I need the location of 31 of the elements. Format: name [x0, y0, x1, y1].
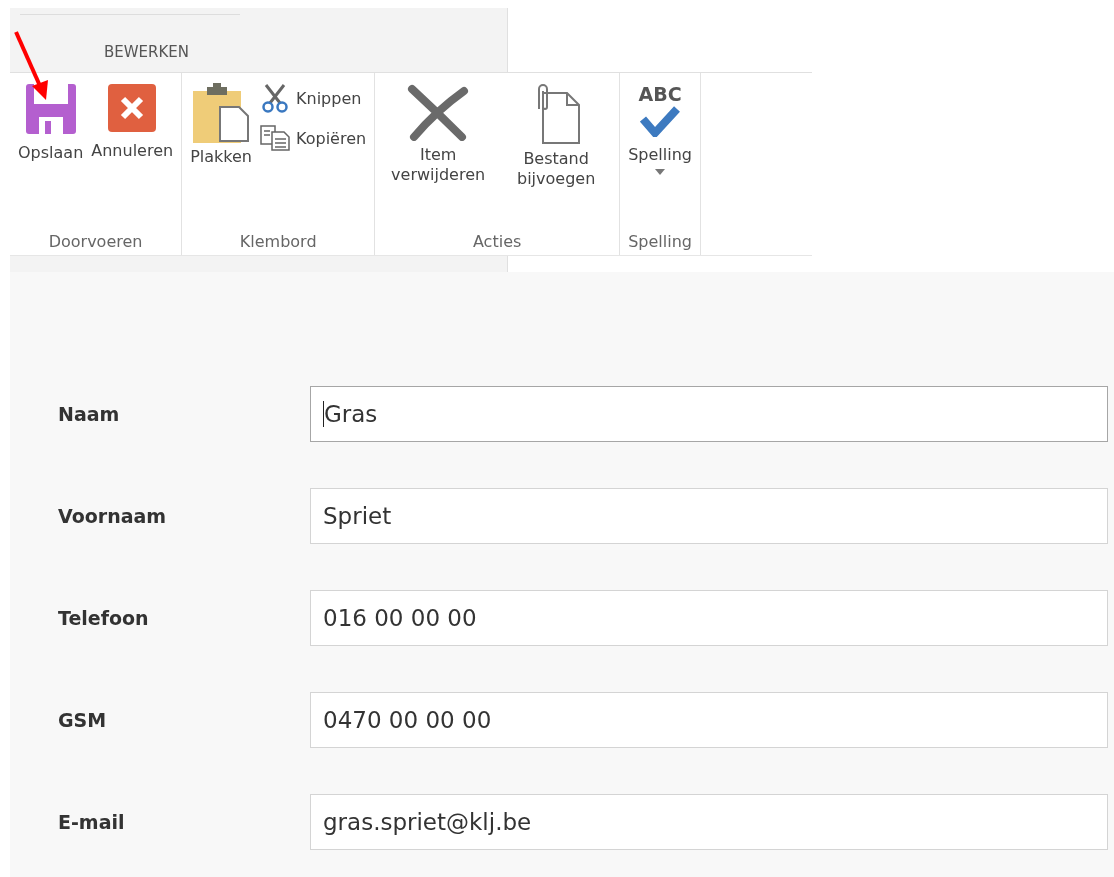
group-label: Doorvoeren [48, 232, 143, 251]
group-label: Spelling [628, 232, 692, 251]
text-field[interactable]: Gras [310, 386, 1108, 442]
ribbon-button[interactable]: Plakken [188, 81, 254, 169]
ribbon-button[interactable]: Kopiëren [258, 123, 369, 153]
ribbon-button[interactable]: Item verwijderen [381, 81, 496, 187]
group-label: Klembord [239, 232, 317, 251]
field-label: Naam [57, 403, 121, 425]
close-icon [107, 83, 158, 133]
x-mark-icon [406, 83, 471, 141]
ribbon-button[interactable]: Opslaan [16, 81, 86, 165]
scissors-icon [260, 83, 290, 113]
dropdown-button[interactable]: ABC Spelling [626, 81, 694, 177]
text-field[interactable]: 016 00 00 00 [310, 590, 1108, 646]
check-mark-icon [640, 105, 681, 137]
icon-text: ABC [638, 83, 682, 105]
ribbon-tab[interactable]: BEWERKEN [102, 41, 192, 63]
clipboard-icon [192, 83, 251, 143]
field-label: E-mail [57, 811, 126, 833]
field-label: GSM [57, 709, 108, 731]
ribbon-button[interactable]: Annuleren [89, 81, 176, 163]
field-label: Telefoon [57, 607, 150, 629]
field-label: Voornaam [57, 505, 168, 527]
text-field[interactable]: 0470 00 00 00 [310, 692, 1108, 748]
text-field[interactable]: gras.spriet@klj.be [310, 794, 1108, 850]
ribbon-button[interactable]: Bestand bijvoegen [499, 81, 614, 191]
ribbon-button[interactable]: Knippen [258, 81, 369, 115]
group-label: Acties [472, 232, 522, 251]
copy-icon [260, 125, 290, 151]
annotation-arrow [14, 30, 50, 102]
text-field[interactable]: Spriet [310, 488, 1108, 544]
